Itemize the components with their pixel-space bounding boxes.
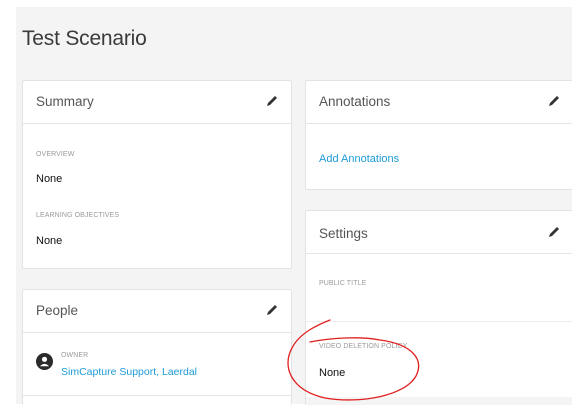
overview-value: None <box>36 173 63 185</box>
people-card-header: People <box>23 290 291 333</box>
people-card: People OWNER SimCapture Support, Laerdal <box>22 289 292 405</box>
annotations-card: Annotations Add Annotations <box>305 80 572 190</box>
page-title: Test Scenario <box>22 27 147 50</box>
learning-objectives-value: None <box>36 235 63 247</box>
person-icon <box>36 353 53 370</box>
public-title-label: PUBLIC TITLE <box>319 280 367 287</box>
overview-label: OVERVIEW <box>36 151 75 158</box>
settings-title: Settings <box>319 226 368 241</box>
settings-divider <box>306 321 572 322</box>
settings-card: Settings PUBLIC TITLE VIDEO DELETION POL… <box>305 210 572 405</box>
video-deletion-policy-label: VIDEO DELETION POLICY <box>319 343 408 350</box>
summary-card-header: Summary <box>23 81 291 124</box>
pencil-icon[interactable] <box>547 94 561 108</box>
annotations-card-header: Annotations <box>306 81 572 124</box>
people-divider <box>23 395 291 396</box>
annotations-title: Annotations <box>319 94 391 109</box>
pencil-icon[interactable] <box>265 94 279 108</box>
summary-title: Summary <box>36 94 94 109</box>
people-title: People <box>36 303 79 318</box>
video-deletion-policy-value: None <box>319 367 346 379</box>
learning-objectives-label: LEARNING OBJECTIVES <box>36 212 120 219</box>
add-annotations-link[interactable]: Add Annotations <box>319 153 399 165</box>
owner-link[interactable]: SimCapture Support, Laerdal <box>61 366 211 378</box>
summary-card: Summary OVERVIEW None LEARNING OBJECTIVE… <box>22 80 292 269</box>
owner-label: OWNER <box>61 352 89 359</box>
pencil-icon[interactable] <box>547 225 561 239</box>
settings-card-header: Settings <box>306 211 572 254</box>
pencil-icon[interactable] <box>265 303 279 317</box>
